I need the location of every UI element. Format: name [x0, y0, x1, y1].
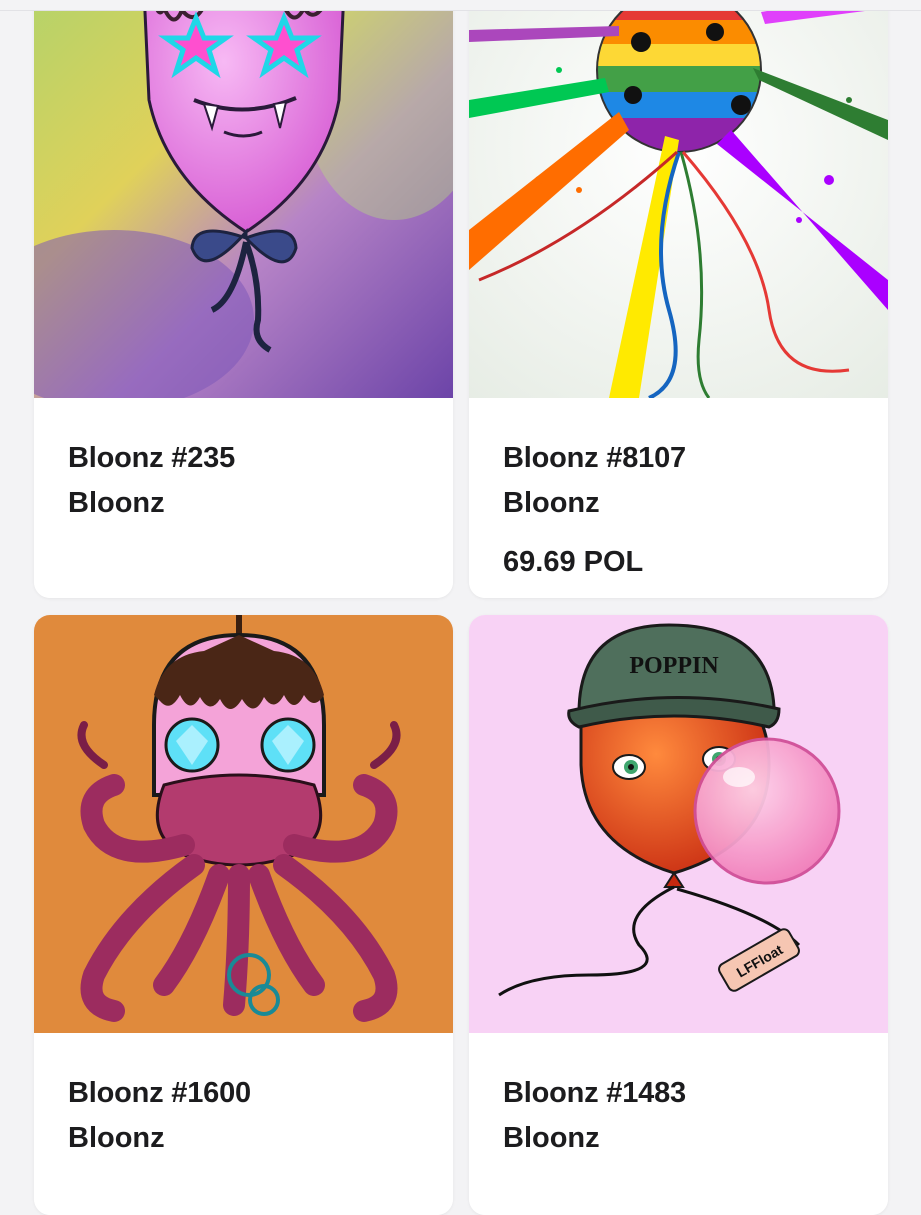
collection-name[interactable]: Bloonz — [503, 1122, 600, 1155]
nft-name[interactable]: Bloonz #1600 — [68, 1077, 251, 1110]
card-info: Bloonz #8107 Bloonz 69.69 POL — [469, 398, 888, 598]
rainbow-splash-balloon-art — [469, 0, 888, 398]
card-info: Bloonz #235 Bloonz — [34, 398, 453, 598]
collection-name[interactable]: Bloonz — [68, 1122, 165, 1155]
nft-price: 69.69 POL — [503, 546, 644, 578]
nft-image[interactable] — [469, 0, 888, 398]
nft-image[interactable]: POPPIN LFFloat — [469, 615, 888, 1033]
nft-card-bloonz-1600[interactable]: Bloonz #1600 Bloonz — [34, 615, 453, 1215]
nft-card-bloonz-235[interactable]: Bloonz #235 Bloonz — [34, 0, 453, 598]
bubblegum-balloon-art: POPPIN LFFloat — [469, 615, 888, 1033]
nft-name[interactable]: Bloonz #8107 — [503, 442, 686, 475]
collection-name[interactable]: Bloonz — [503, 487, 600, 520]
nft-card-bloonz-1483[interactable]: POPPIN LFFloat Bloonz #1483 Bloonz — [469, 615, 888, 1215]
card-info: Bloonz #1600 Bloonz — [34, 1033, 453, 1215]
nft-card-bloonz-8107[interactable]: Bloonz #8107 Bloonz 69.69 POL — [469, 0, 888, 598]
octopus-balloon-art — [34, 615, 453, 1033]
collection-name[interactable]: Bloonz — [68, 487, 165, 520]
vampire-balloon-art — [34, 0, 453, 398]
nft-name[interactable]: Bloonz #1483 — [503, 1077, 686, 1110]
cap-text: POPPIN — [629, 653, 719, 679]
nft-image[interactable] — [34, 615, 453, 1033]
nft-name[interactable]: Bloonz #235 — [68, 442, 235, 475]
nft-image[interactable] — [34, 0, 453, 398]
top-edge — [0, 0, 921, 11]
card-info: Bloonz #1483 Bloonz — [469, 1033, 888, 1215]
